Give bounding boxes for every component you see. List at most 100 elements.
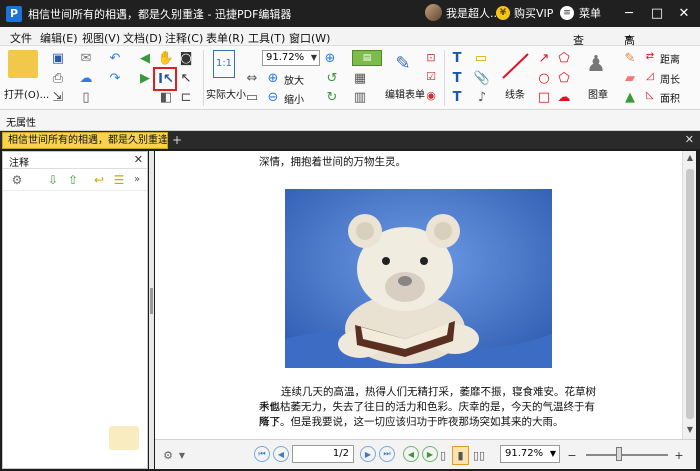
distance-icon[interactable]: ⇄ bbox=[643, 50, 657, 64]
stamp-icon[interactable]: ♟ bbox=[582, 50, 610, 80]
eraser-icon[interactable]: ▰ bbox=[622, 70, 638, 86]
perimeter-label[interactable]: 周长 bbox=[660, 71, 680, 86]
sound-icon[interactable]: ♪ bbox=[474, 89, 490, 105]
zoom-in-icon[interactable]: ⊕ bbox=[265, 70, 281, 86]
last-page-button[interactable]: ⏭ bbox=[379, 446, 395, 462]
status-zoom-select[interactable]: 91.72% ▼ bbox=[500, 445, 560, 463]
menu-edit[interactable]: 编辑(E) bbox=[40, 30, 78, 46]
line-label[interactable]: 线条 bbox=[505, 86, 525, 101]
image-tool-icon[interactable]: ▤ bbox=[352, 50, 382, 66]
edit-form-label[interactable]: 编辑表单 bbox=[385, 86, 425, 101]
export-icon[interactable]: ⇲ bbox=[50, 89, 66, 105]
attachment-icon[interactable]: 📎 bbox=[474, 70, 490, 86]
actual-size-icon[interactable]: 1:1 bbox=[213, 50, 235, 78]
fit-width-icon[interactable]: ⇔ bbox=[244, 70, 260, 86]
zoom-slider-track[interactable] bbox=[586, 454, 668, 456]
sticky-note-icon[interactable]: ▭ bbox=[472, 50, 490, 66]
actual-size-label[interactable]: 实际大小 bbox=[206, 86, 246, 101]
pencil-icon[interactable]: ✎ bbox=[622, 50, 638, 66]
crop-icon[interactable]: ⊏ bbox=[178, 89, 194, 105]
rotate-right-icon[interactable]: ↻ bbox=[324, 89, 340, 105]
rectangle-tool-icon[interactable]: □ bbox=[536, 89, 552, 105]
zoom-select[interactable]: 91.72% ▼ bbox=[262, 50, 320, 66]
scrollbar-thumb[interactable] bbox=[686, 169, 694, 419]
tab-document[interactable]: 相信世间所有的相遇，都是久别重逢 * bbox=[2, 132, 168, 149]
typewriter-icon[interactable]: T bbox=[449, 50, 465, 66]
menu-tools[interactable]: 工具(T) bbox=[248, 30, 285, 46]
buy-vip-button[interactable]: ¥ 购买VIP bbox=[496, 5, 553, 21]
menu-document[interactable]: 文档(D) bbox=[123, 30, 162, 46]
print-icon[interactable]: ⎙ bbox=[50, 70, 66, 86]
two-page-icon[interactable]: ▯▯ bbox=[471, 446, 487, 464]
menu-window[interactable]: 窗口(W) bbox=[289, 30, 330, 46]
line-tool-icon[interactable] bbox=[500, 52, 530, 80]
cloud-shape-icon[interactable]: ☁ bbox=[556, 89, 572, 105]
highlighter-icon[interactable]: ▲ bbox=[622, 89, 638, 105]
rotate-left-icon[interactable]: ↺ bbox=[324, 70, 340, 86]
prev-view-icon[interactable]: ◀ bbox=[137, 50, 153, 66]
first-page-button[interactable]: ⏮ bbox=[254, 446, 270, 462]
zoom-out-icon[interactable]: ⊖ bbox=[265, 89, 281, 105]
reply-icon[interactable]: ↩ bbox=[91, 172, 107, 188]
minimize-button[interactable]: ─ bbox=[620, 4, 638, 22]
open-folder-icon[interactable] bbox=[8, 50, 38, 78]
menu-view[interactable]: 视图(V) bbox=[82, 30, 120, 46]
polygon-tool-icon[interactable]: ⬠ bbox=[556, 50, 572, 66]
menu-form[interactable]: 表单(R) bbox=[206, 30, 244, 46]
oval-tool-icon[interactable]: ○ bbox=[536, 70, 552, 86]
close-window-button[interactable]: ✕ bbox=[675, 4, 693, 22]
zoom-in-label[interactable]: 放大 bbox=[284, 72, 304, 87]
main-menu-button[interactable]: ≡ 菜单 bbox=[560, 5, 601, 21]
pentagon-tool-icon[interactable]: ⬠ bbox=[556, 70, 572, 86]
expand-icon[interactable]: » bbox=[130, 172, 144, 188]
new-tab-icon[interactable]: + bbox=[170, 132, 184, 148]
save-icon[interactable]: ▣ bbox=[50, 50, 66, 66]
edit-object-icon[interactable]: ◧ bbox=[158, 89, 174, 105]
article-tool-icon[interactable]: ▥ bbox=[352, 89, 368, 105]
link-tool-icon[interactable]: ▦ bbox=[352, 70, 368, 86]
gear-icon[interactable]: ⚙ bbox=[159, 446, 177, 464]
zoom-in-magnifier-icon[interactable]: ⊕ bbox=[322, 50, 338, 66]
close-panel-icon[interactable]: ✕ bbox=[134, 153, 143, 166]
menu-file[interactable]: 文件 bbox=[10, 30, 32, 46]
teddy-bear-photo[interactable] bbox=[285, 189, 552, 368]
area-label[interactable]: 面积 bbox=[660, 90, 680, 105]
select-arrow-icon[interactable]: ↖ bbox=[178, 70, 194, 86]
cloud-icon[interactable]: ☁ bbox=[78, 70, 94, 86]
comment-list-icon[interactable]: ☰ bbox=[111, 172, 127, 188]
snapshot-camera-icon[interactable]: ◙ bbox=[178, 50, 194, 66]
prev-page-button[interactable]: ◀ bbox=[273, 446, 289, 462]
text-field-icon[interactable]: ⊡ bbox=[424, 50, 438, 64]
gear-icon[interactable]: ⚙ bbox=[9, 172, 25, 188]
perimeter-icon[interactable]: ◿ bbox=[643, 70, 657, 84]
document-viewport[interactable]: 深情，拥抱着世间的万物生灵。 连续几天的高温，热得人们无精打采，萎靡不振，寝食难… bbox=[155, 151, 682, 439]
hand-tool-icon[interactable]: ✋ bbox=[158, 50, 174, 66]
vertical-scrollbar[interactable]: ▲ ▼ bbox=[682, 151, 696, 439]
single-page-icon[interactable]: ▯ bbox=[435, 446, 451, 464]
distance-label[interactable]: 距离 bbox=[660, 51, 680, 66]
radio-field-icon[interactable]: ◉ bbox=[424, 88, 438, 102]
zoom-in-plus-icon[interactable]: + bbox=[671, 446, 687, 464]
zoom-slider-handle[interactable] bbox=[616, 447, 622, 461]
redo-icon[interactable]: ↷ bbox=[107, 70, 123, 86]
next-page-button[interactable]: ▶ bbox=[360, 446, 376, 462]
zoom-out-minus-icon[interactable]: − bbox=[564, 446, 580, 464]
arrow-tool-icon[interactable]: ↗ bbox=[536, 50, 552, 66]
stamp-label[interactable]: 图章 bbox=[588, 86, 608, 101]
next-view-icon[interactable]: ▶ bbox=[137, 70, 153, 86]
splitter-handle[interactable] bbox=[150, 288, 153, 314]
continuous-page-icon[interactable]: ▮ bbox=[452, 446, 469, 465]
email-icon[interactable]: ✉ bbox=[78, 50, 94, 66]
open-label[interactable]: 打开(O)... bbox=[4, 86, 49, 101]
export-comments-icon[interactable]: ⇧ bbox=[65, 172, 81, 188]
fit-page-icon[interactable]: ▭ bbox=[244, 89, 260, 105]
scroll-down-icon[interactable]: ▼ bbox=[683, 425, 697, 437]
undo-icon[interactable]: ↶ bbox=[107, 50, 123, 66]
menu-comment[interactable]: 注释(C) bbox=[165, 30, 203, 46]
page-number-field[interactable]: 1/2 bbox=[292, 445, 354, 463]
new-document-icon[interactable]: ▯ bbox=[78, 89, 94, 105]
area-icon[interactable]: ◺ bbox=[643, 89, 657, 103]
chevron-down-icon[interactable]: ▼ bbox=[177, 446, 187, 464]
import-comments-icon[interactable]: ⇩ bbox=[45, 172, 61, 188]
zoom-out-label[interactable]: 缩小 bbox=[284, 91, 304, 106]
